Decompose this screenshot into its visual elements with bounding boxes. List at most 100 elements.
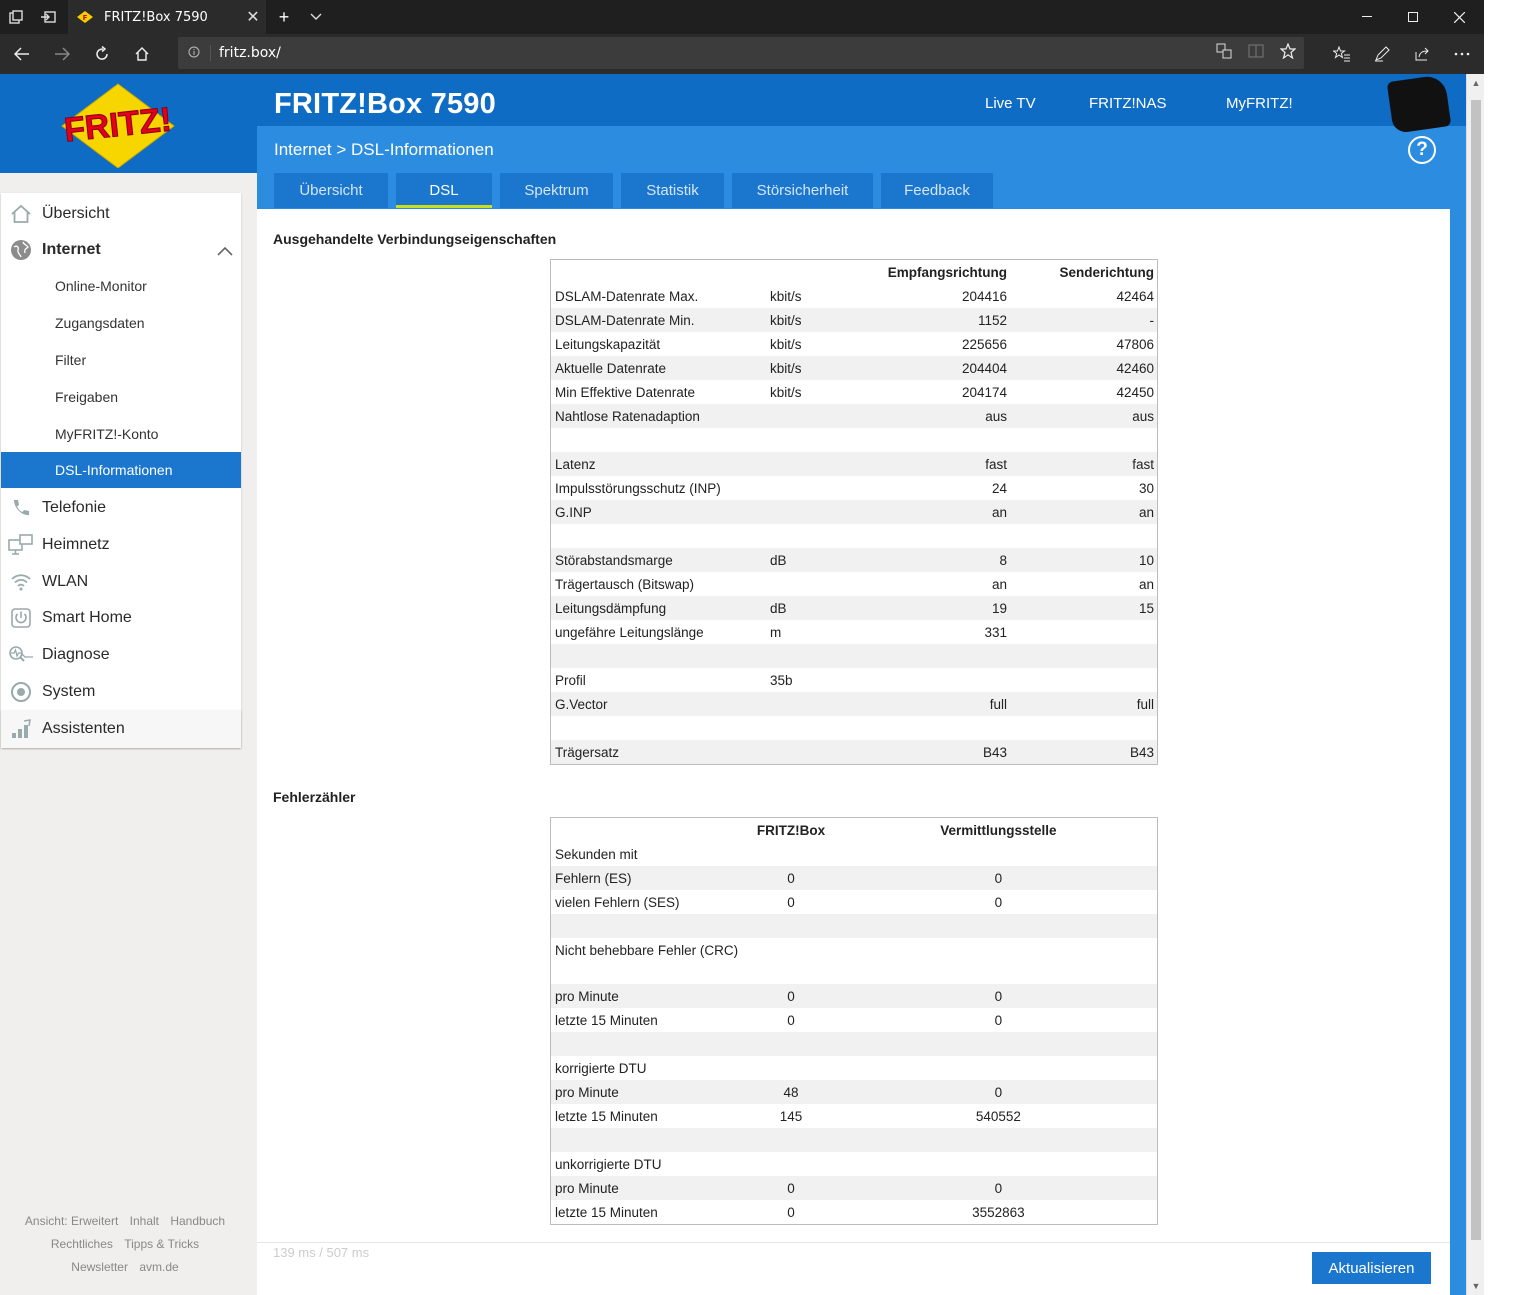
row-value-down: aus <box>985 408 1007 424</box>
more-options-icon[interactable] <box>1442 34 1482 74</box>
favorite-star-icon[interactable] <box>1272 41 1304 64</box>
scroll-thumb[interactable] <box>1471 100 1481 1240</box>
row-unit: kbit/s <box>770 288 802 304</box>
row-value-down: 1152 <box>977 312 1007 328</box>
tab-statistik[interactable]: Statistik <box>621 173 724 208</box>
sidebar-item-uebersicht[interactable]: Übersicht <box>1 195 241 232</box>
translate-icon[interactable] <box>1208 43 1240 64</box>
row-label: ungefähre Leitungslänge <box>555 624 704 640</box>
tab-uebersicht[interactable]: Übersicht <box>274 173 388 208</box>
tab-spektrum[interactable]: Spektrum <box>500 173 613 208</box>
maximize-icon[interactable] <box>1390 0 1436 34</box>
minimize-icon[interactable] <box>1344 0 1390 34</box>
sidebar-subitem-myfritz-konto[interactable]: MyFRITZ!-Konto <box>1 416 241 452</box>
error-counter-table: FRITZ!Box Vermittlungsstelle Sekunden mi… <box>550 817 1158 1225</box>
myfritz-link[interactable]: MyFRITZ! <box>1226 95 1293 112</box>
chevron-up-icon[interactable] <box>217 243 233 261</box>
scroll-down-icon[interactable]: ▼ <box>1467 1277 1485 1295</box>
row-value-up: aus <box>1132 408 1154 424</box>
sidebar-subitem-zugangsdaten[interactable]: Zugangsdaten <box>1 305 241 341</box>
new-tab-button[interactable]: + <box>272 0 296 34</box>
table-row: ungefähre Leitungslänge m 331 <box>551 620 1157 644</box>
live-tv-link[interactable]: Live TV <box>985 95 1036 112</box>
table-row: DSLAM-Datenrate Max. kbit/s 204416 42464 <box>551 284 1157 308</box>
sidebar-item-wlan[interactable]: WLAN <box>1 563 241 600</box>
sidebar-item-internet[interactable]: Internet <box>1 231 241 268</box>
table-row: korrigierte DTU <box>551 1056 1157 1080</box>
content-right-edge <box>1450 173 1466 1295</box>
row-value-vst: 0 <box>994 870 1003 886</box>
tab-actions-icon[interactable] <box>0 0 32 34</box>
tab-close-icon[interactable]: ✕ <box>240 7 266 27</box>
sidebar-subitem-filter[interactable]: Filter <box>1 342 241 378</box>
set-aside-tabs-icon[interactable] <box>32 0 64 34</box>
row-label: DSLAM-Datenrate Max. <box>555 288 699 304</box>
sidebar-item-diagnose[interactable]: Diagnose <box>1 636 241 673</box>
footer-link-inhalt[interactable]: Inhalt <box>130 1214 159 1228</box>
fritz-nas-link[interactable]: FRITZ!NAS <box>1089 95 1167 112</box>
row-label: DSLAM-Datenrate Min. <box>555 312 695 328</box>
footer-link-handbuch[interactable]: Handbuch <box>170 1214 225 1228</box>
back-icon[interactable] <box>2 34 42 74</box>
power-socket-icon <box>7 606 35 630</box>
row-value-fritzbox: 0 <box>787 1012 795 1028</box>
footer-link-rechtliches[interactable]: Rechtliches <box>51 1237 113 1251</box>
footer-link-tipps[interactable]: Tipps & Tricks <box>124 1237 199 1251</box>
row-label: letzte 15 Minuten <box>555 1012 658 1028</box>
favorites-hub-icon[interactable] <box>1322 34 1362 74</box>
table-row: Störabstandsmarge dB 8 10 <box>551 548 1157 572</box>
tab-dsl[interactable]: DSL <box>396 173 492 208</box>
table-row: unkorrigierte DTU <box>551 1152 1157 1176</box>
table-row: Trägersatz B43 B43 <box>551 740 1157 764</box>
tab-feedback[interactable]: Feedback <box>881 173 993 208</box>
row-value-up: - <box>1149 312 1155 328</box>
table-header-row: Empfangsrichtung Senderichtung <box>551 260 1157 284</box>
sidebar-item-label: Heimnetz <box>42 535 110 553</box>
forward-icon[interactable] <box>42 34 82 74</box>
help-icon[interactable]: ? <box>1408 136 1436 164</box>
footer-link-ansicht[interactable]: Ansicht: Erweitert <box>25 1214 118 1228</box>
site-info-icon[interactable] <box>178 46 210 61</box>
address-bar[interactable]: fritz.box/ <box>178 37 1304 69</box>
tab-stoersicherheit[interactable]: Störsicherheit <box>732 173 873 208</box>
sidebar-subitem-online-monitor[interactable]: Online-Monitor <box>1 268 241 304</box>
web-note-icon[interactable] <box>1362 34 1402 74</box>
refresh-button[interactable]: Aktualisieren <box>1312 1252 1431 1284</box>
sidebar-subitem-dsl-informationen[interactable]: DSL-Informationen <box>1 452 241 488</box>
sidebar-item-heimnetz[interactable]: Heimnetz <box>1 526 241 563</box>
sidebar-item-assistenten[interactable]: Assistenten <box>1 710 241 748</box>
app-root: F FRITZ!Box 7590 ✕ + fritz.box/ FRITZ! F… <box>0 0 1536 1295</box>
close-window-icon[interactable] <box>1436 0 1482 34</box>
row-label: korrigierte DTU <box>555 1060 647 1076</box>
row-value-up: 47806 <box>1116 336 1154 352</box>
share-icon[interactable] <box>1402 34 1442 74</box>
row-label: Trägersatz <box>555 744 620 760</box>
sidebar-item-telefonie[interactable]: Telefonie <box>1 489 241 526</box>
globe-icon <box>7 238 35 262</box>
desktop-background <box>1484 0 1536 1295</box>
browser-tab[interactable]: F FRITZ!Box 7590 ✕ <box>68 0 266 34</box>
fritz-favicon-icon: F <box>77 11 93 23</box>
reading-view-icon[interactable] <box>1240 44 1272 63</box>
footer-link-avm[interactable]: avm.de <box>139 1260 178 1274</box>
scroll-up-icon[interactable]: ▲ <box>1467 74 1485 92</box>
footer-link-newsletter[interactable]: Newsletter <box>71 1260 128 1274</box>
tab-title: FRITZ!Box 7590 <box>104 9 208 25</box>
row-value-fritzbox: 48 <box>783 1084 799 1100</box>
fritz-logo[interactable]: FRITZ! <box>58 82 178 168</box>
main-content: Ausgehandelte Verbindungseigenschaften E… <box>257 209 1450 1295</box>
page-scrollbar[interactable]: ▲ ▼ <box>1466 74 1484 1295</box>
table-row <box>551 524 1157 548</box>
home-icon[interactable] <box>122 34 162 74</box>
url-text[interactable]: fritz.box/ <box>210 45 1208 61</box>
chevron-down-icon[interactable] <box>304 0 328 34</box>
nav-bar: fritz.box/ <box>0 34 1484 74</box>
sidebar-item-system[interactable]: System <box>1 673 241 710</box>
browser-chrome: F FRITZ!Box 7590 ✕ + fritz.box/ <box>0 0 1484 74</box>
user-menu-icon[interactable] <box>1386 74 1452 134</box>
sidebar-item-smart-home[interactable]: Smart Home <box>1 599 241 636</box>
table-row: Impulsstörungsschutz (INP) 24 30 <box>551 476 1157 500</box>
row-value-down: B43 <box>982 744 1007 760</box>
refresh-icon[interactable] <box>82 34 122 74</box>
sidebar-subitem-freigaben[interactable]: Freigaben <box>1 379 241 415</box>
